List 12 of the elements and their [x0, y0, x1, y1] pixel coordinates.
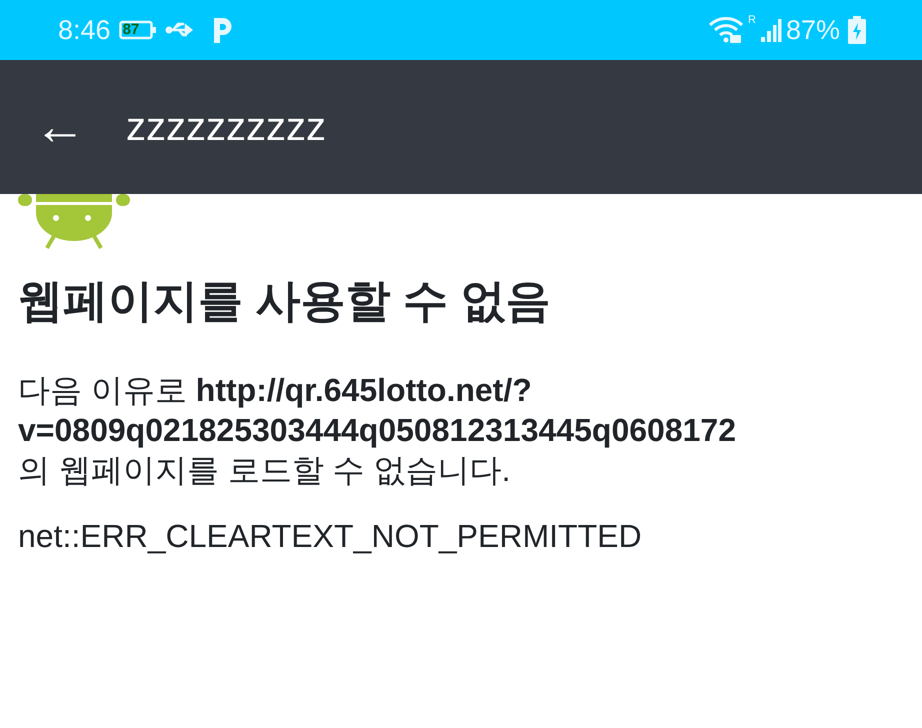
- clock-time: 8:46: [58, 14, 111, 47]
- signal-icon: [760, 17, 782, 43]
- back-button[interactable]: ←: [30, 101, 90, 153]
- toolbar-title: zzzzzzzzzz: [126, 104, 326, 151]
- wifi-icon: [708, 16, 744, 44]
- error-heading: 웹페이지를 사용할 수 없음: [18, 274, 552, 328]
- android-robot-icon: [18, 194, 130, 252]
- roaming-indicator: R: [748, 12, 756, 28]
- battery-percent: 87%: [786, 14, 840, 47]
- battery-charging-icon: [848, 16, 866, 44]
- error-message: 다음 이유로 http://qr.645lotto.net/? v=0809q021825303444q050812313445q0608172 의 웹페이지를 로드할 수 없습니다.: [18, 371, 738, 490]
- error-code: net::ERR_CLEARTEXT_NOT_PERMITTED: [18, 517, 643, 556]
